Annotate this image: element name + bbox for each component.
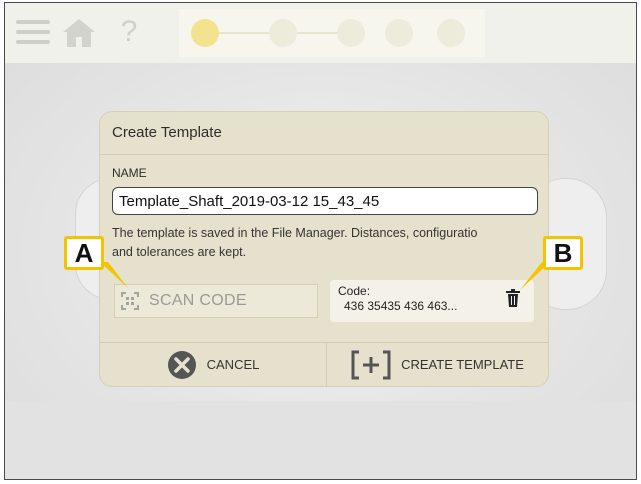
home-icon[interactable] <box>59 15 99 49</box>
dialog-title: Create Template <box>112 124 222 141</box>
template-name-input[interactable] <box>112 187 538 215</box>
step-connector <box>219 32 269 34</box>
code-display: Code: 436 35435 436 463... <box>330 280 534 322</box>
steps-progress <box>179 9 485 57</box>
menu-icon[interactable] <box>15 15 51 49</box>
info-line: The template is saved in the File Manage… <box>112 226 478 240</box>
add-template-icon <box>351 350 391 379</box>
cancel-button[interactable]: CANCEL <box>100 343 326 386</box>
code-label: Code: <box>338 284 371 298</box>
info-line: and tolerances are kept. <box>112 245 247 259</box>
step-dot[interactable] <box>269 19 297 47</box>
info-text: The template is saved in the File Manage… <box>112 224 540 262</box>
divider <box>100 154 548 155</box>
callout-a-pointer <box>100 262 128 288</box>
scan-code-icon <box>121 292 139 310</box>
create-template-button[interactable]: CREATE TEMPLATE <box>327 343 548 386</box>
scan-code-button[interactable]: SCAN CODE <box>114 284 318 318</box>
create-template-dialog: Create Template NAME The template is sav… <box>100 112 548 386</box>
top-toolbar: ? <box>5 3 636 64</box>
code-value: 436 35435 436 463... <box>344 299 458 313</box>
step-dot[interactable] <box>337 19 365 47</box>
step-dot-active[interactable] <box>191 19 219 47</box>
callout-a: A <box>64 236 104 270</box>
step-dot[interactable] <box>385 19 413 47</box>
callout-b: B <box>543 236 583 270</box>
cancel-label: CANCEL <box>206 357 260 372</box>
create-template-label: CREATE TEMPLATE <box>401 357 524 372</box>
scan-code-label: SCAN CODE <box>149 292 247 309</box>
help-icon[interactable]: ? <box>117 15 141 49</box>
background-strip <box>5 401 636 479</box>
step-connector <box>297 32 337 34</box>
name-label: NAME <box>112 166 147 180</box>
cancel-icon <box>167 350 196 379</box>
step-dot[interactable] <box>437 19 465 47</box>
